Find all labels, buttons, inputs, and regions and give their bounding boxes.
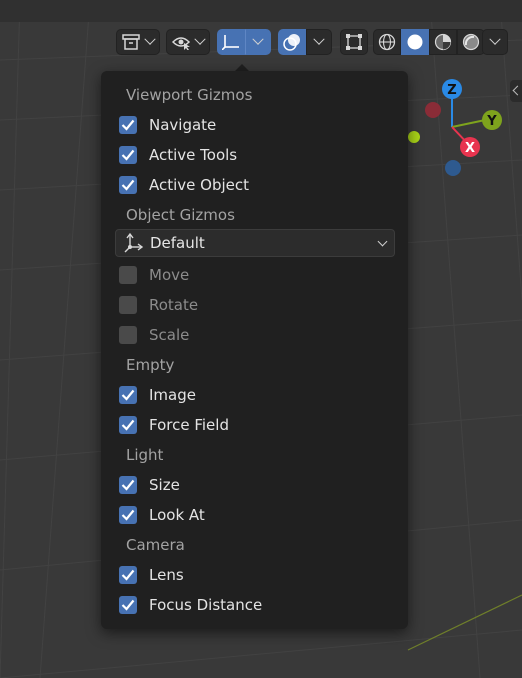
checkbox-active-tools[interactable] <box>119 146 137 164</box>
checkbox-row-navigate[interactable]: Navigate <box>101 110 426 140</box>
section-title-empty: Empty <box>126 356 175 374</box>
negative-z-axis-handle[interactable] <box>445 160 461 176</box>
section-title-camera: Camera <box>126 536 185 554</box>
gizmo-toggle-icon <box>222 35 239 50</box>
transform-orientation-value: Default <box>150 234 205 252</box>
section-title-object-gizmos: Object Gizmos <box>126 206 235 224</box>
gizmo-controls[interactable] <box>217 28 271 56</box>
checkbox-row-focus-distance[interactable]: Focus Distance <box>101 590 426 620</box>
selectability-visibility-icon <box>172 37 191 50</box>
rendered-shading-icon <box>462 33 480 51</box>
xray-control[interactable] <box>340 28 368 56</box>
checkbox-label: Lens <box>149 566 184 584</box>
checkmark-icon <box>121 179 135 191</box>
overlay-controls[interactable] <box>278 28 332 56</box>
checkmark-icon <box>121 149 135 161</box>
header-strip <box>0 0 522 22</box>
object-type-visibility-button[interactable] <box>116 29 160 55</box>
checkbox-active-object[interactable] <box>119 176 137 194</box>
checkmark-icon <box>121 119 135 131</box>
checkbox-label: Size <box>149 476 180 494</box>
x-axis-label: X <box>465 141 475 156</box>
wireframe-shading-button[interactable] <box>373 29 401 55</box>
material-preview-shading-button[interactable] <box>429 29 457 55</box>
checkbox-label: Focus Distance <box>149 596 263 614</box>
section-title-light: Light <box>126 446 164 464</box>
chevron-down-icon <box>194 33 206 45</box>
chevron-down-icon <box>252 33 264 45</box>
xray-toggle-icon <box>346 34 362 50</box>
y-axis-label: Y <box>486 114 497 129</box>
chevron-down-icon <box>144 33 156 45</box>
checkbox-rotate[interactable] <box>119 296 137 314</box>
checkbox-label: Move <box>149 266 190 284</box>
checkbox-label: Look At <box>149 506 205 524</box>
transform-orientation-icon <box>124 232 144 253</box>
viewport-gizmos-popover: Viewport Gizmos Navigate Active Tools Ac… <box>101 71 408 629</box>
checkbox-row-size[interactable]: Size <box>101 470 426 500</box>
object-type-visibility-icon <box>122 34 140 50</box>
checkbox-scale[interactable] <box>119 326 137 344</box>
transform-orientation-dropdown[interactable]: Default <box>115 229 395 257</box>
object-types-visibility-dropdown[interactable] <box>116 28 160 56</box>
rendered-shading-button[interactable] <box>457 29 485 55</box>
solid-shading-button[interactable] <box>401 29 429 55</box>
selectability-visibility-button[interactable] <box>166 29 210 55</box>
checkbox-focus-distance[interactable] <box>119 596 137 614</box>
overlays-popover-button[interactable] <box>306 29 332 55</box>
material-preview-shading-icon <box>434 33 452 51</box>
checkbox-row-active-tools[interactable]: Active Tools <box>101 140 426 170</box>
chevron-down-icon <box>313 33 325 45</box>
checkbox-row-force-field[interactable]: Force Field <box>101 410 426 440</box>
checkbox-row-scale[interactable]: Scale <box>101 320 426 350</box>
gizmo-popover-button[interactable] <box>245 29 271 55</box>
checkbox-size[interactable] <box>119 476 137 494</box>
checkbox-label: Scale <box>149 326 190 344</box>
checkbox-row-active-object[interactable]: Active Object <box>101 170 426 200</box>
show-gizmo-toggle[interactable] <box>217 29 245 55</box>
sidebar-toggle[interactable] <box>510 80 522 102</box>
overlays-toggle-icon <box>283 34 300 51</box>
xray-toggle[interactable] <box>340 29 368 55</box>
wireframe-shading-icon <box>378 33 396 51</box>
chevron-down-icon <box>377 236 388 247</box>
shading-mode-controls[interactable] <box>373 28 485 56</box>
checkbox-row-look-at[interactable]: Look At <box>101 500 426 530</box>
checkmark-icon <box>121 599 135 611</box>
checkbox-move[interactable] <box>119 266 137 284</box>
checkbox-row-move[interactable]: Move <box>101 260 426 290</box>
checkbox-row-image[interactable]: Image <box>101 380 426 410</box>
show-overlays-toggle[interactable] <box>278 29 306 55</box>
checkmark-icon <box>121 509 135 521</box>
checkbox-label: Image <box>149 386 196 404</box>
checkmark-icon <box>121 569 135 581</box>
checkbox-image[interactable] <box>119 386 137 404</box>
checkbox-look-at[interactable] <box>119 506 137 524</box>
selectability-visibility-dropdown[interactable] <box>166 28 210 56</box>
checkbox-label: Force Field <box>149 416 229 434</box>
checkbox-lens[interactable] <box>119 566 137 584</box>
checkbox-force-field[interactable] <box>119 416 137 434</box>
checkbox-label: Active Tools <box>149 146 238 164</box>
checkbox-label: Active Object <box>149 176 250 194</box>
z-axis-label: Z <box>447 83 456 98</box>
checkbox-label: Navigate <box>149 116 217 134</box>
checkbox-row-rotate[interactable]: Rotate <box>101 290 426 320</box>
checkmark-icon <box>121 419 135 431</box>
solid-shading-icon <box>407 34 423 50</box>
chevron-down-icon <box>489 33 501 45</box>
checkbox-row-lens[interactable]: Lens <box>101 560 426 590</box>
chevron-left-icon <box>512 85 522 96</box>
shading-popover-button[interactable] <box>482 29 508 55</box>
section-title-viewport-gizmos: Viewport Gizmos <box>126 86 253 104</box>
checkbox-label: Rotate <box>149 296 199 314</box>
shading-popover[interactable] <box>482 28 508 56</box>
checkbox-navigate[interactable] <box>119 116 137 134</box>
checkmark-icon <box>121 479 135 491</box>
checkmark-icon <box>121 389 135 401</box>
